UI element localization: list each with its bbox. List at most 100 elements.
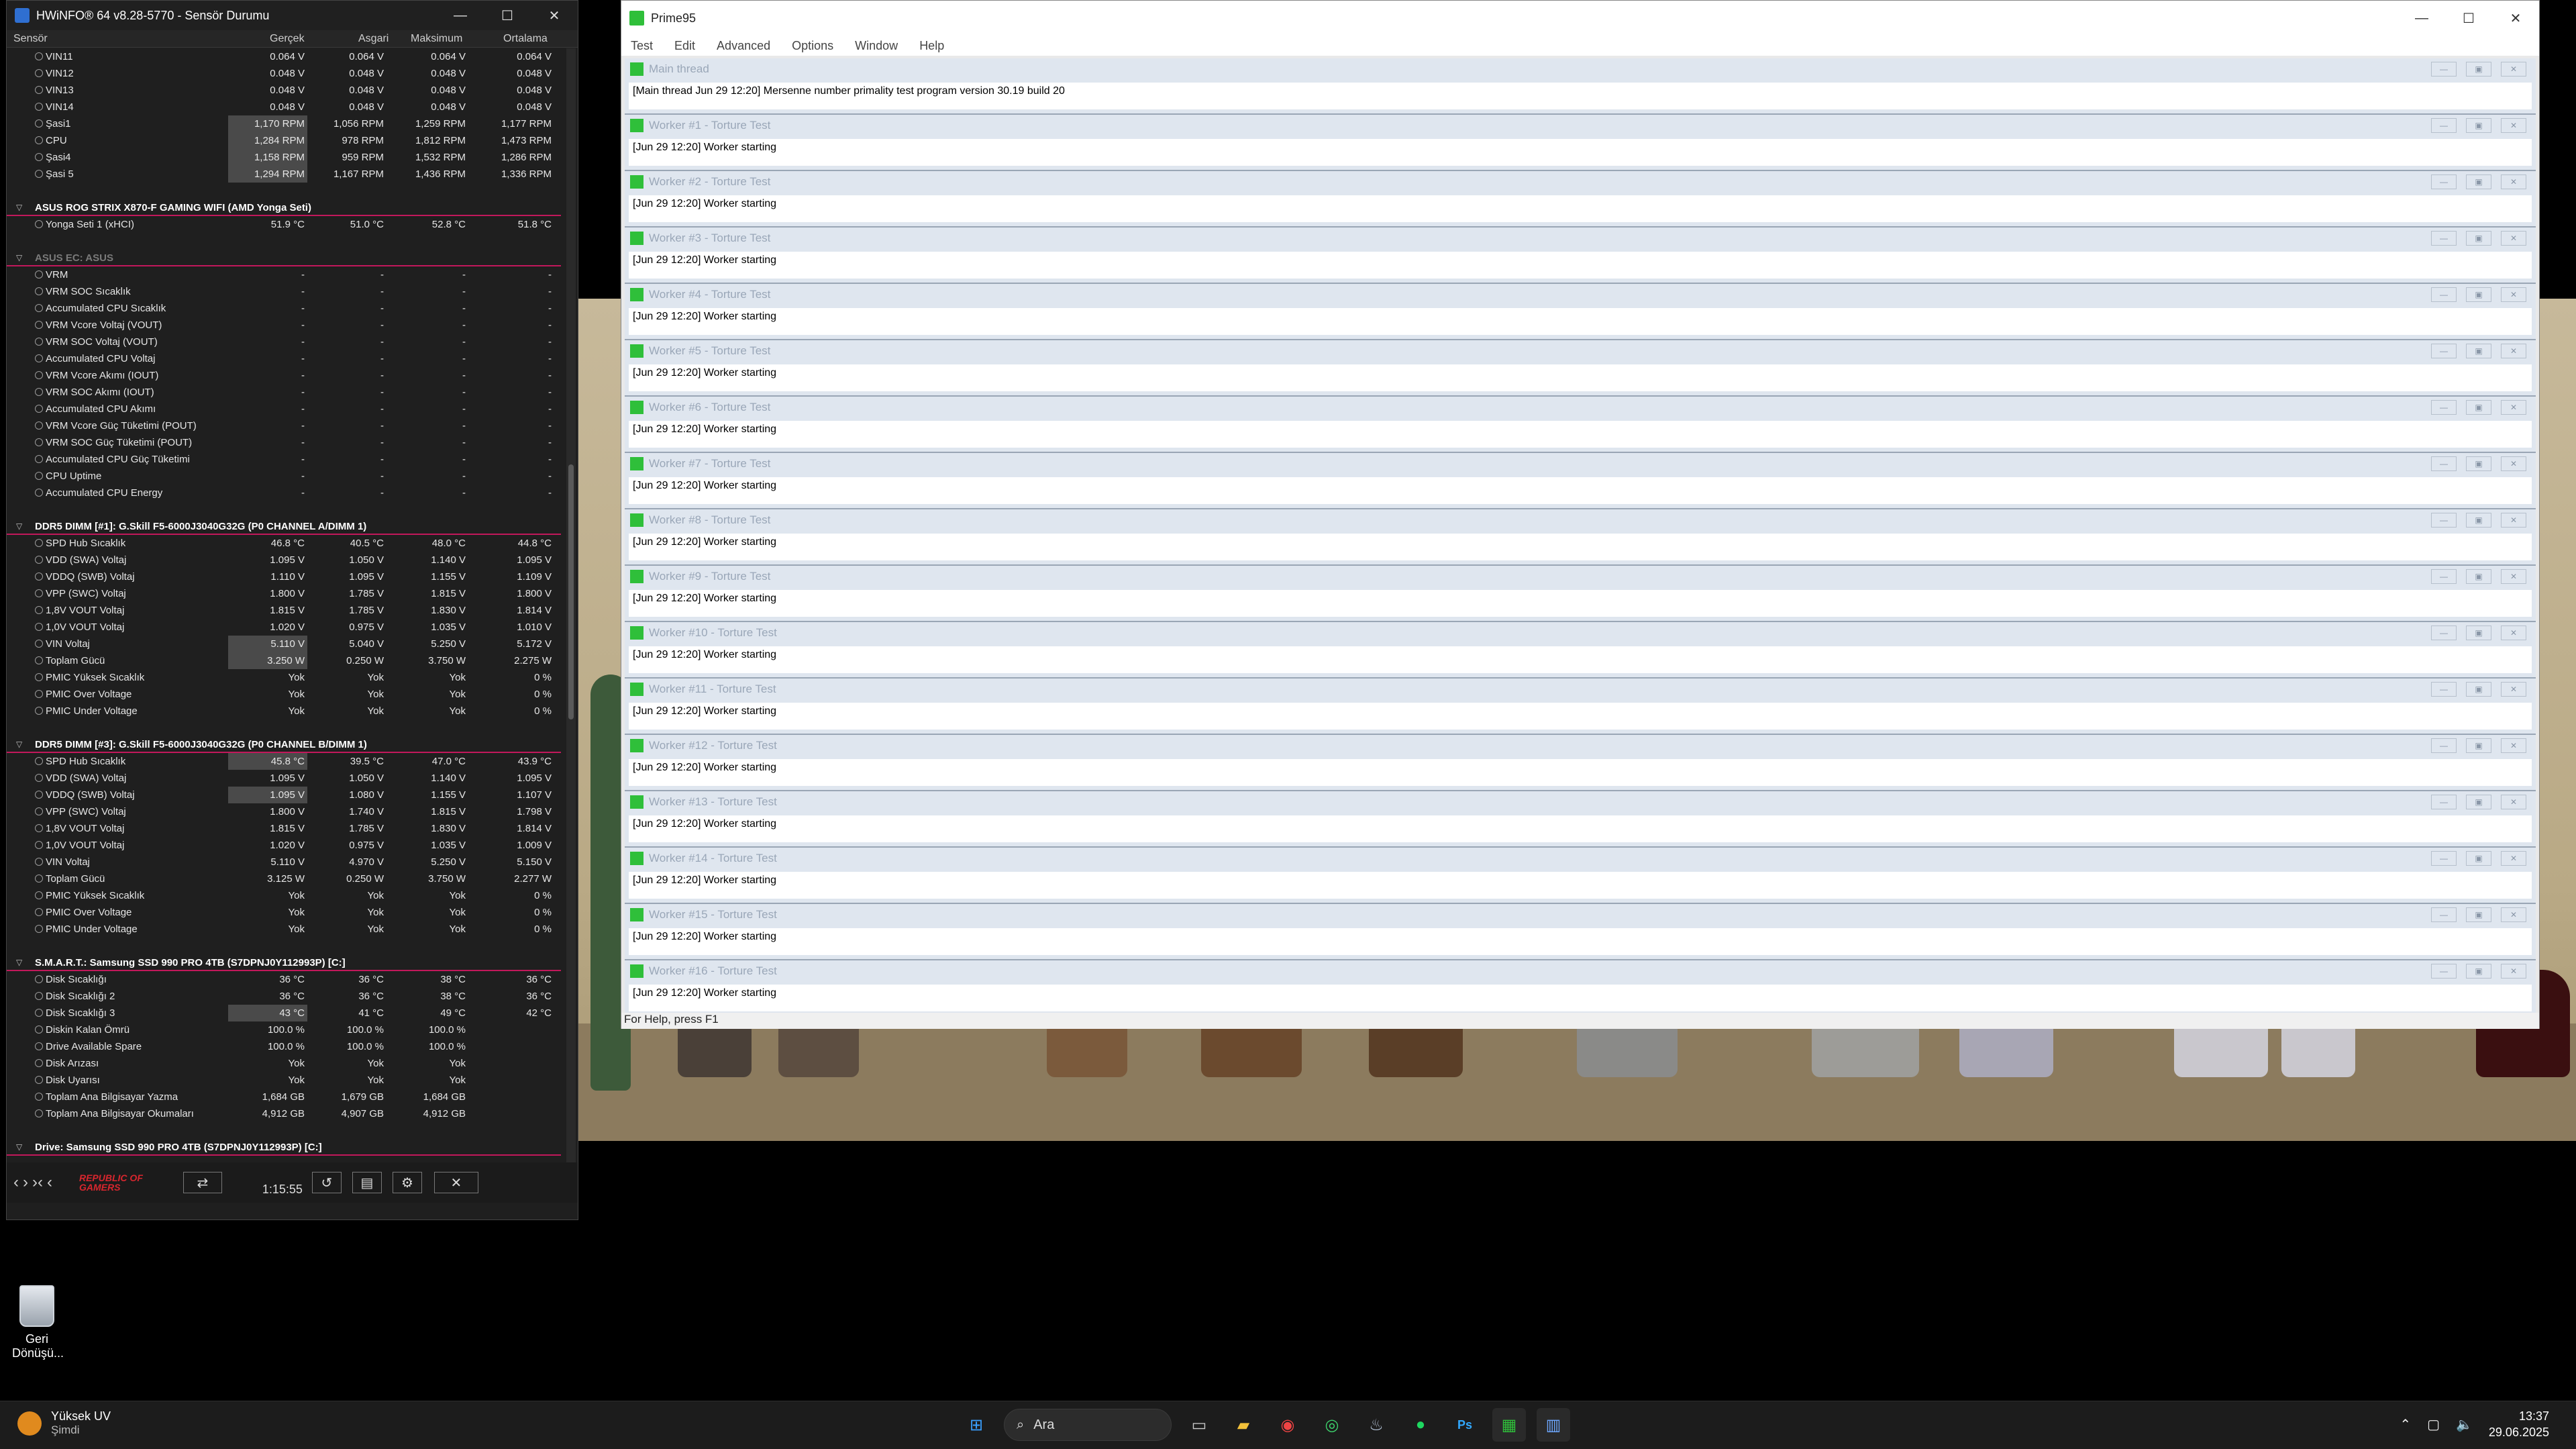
child-minimize-button[interactable]: — (2431, 174, 2457, 189)
child-log-text[interactable]: [Jun 29 12:20] Worker starting (629, 872, 2532, 899)
child-close-button[interactable]: ✕ (2501, 907, 2526, 922)
column-avg[interactable]: Ortalama (503, 33, 548, 45)
sensor-row[interactable]: Diskin Kalan Ömrü 100.0 % 100.0 % 100.0 % (7, 1021, 561, 1038)
sensor-row[interactable]: PMIC Yüksek Sıcaklık Yok Yok Yok 0 % (7, 887, 561, 904)
sensor-row[interactable]: VDDQ (SWB) Voltaj 1.110 V 1.095 V 1.155 V 1.… (7, 568, 561, 585)
sensor-row[interactable]: PMIC Over Voltage Yok Yok Yok 0 % (7, 686, 561, 703)
photoshop-icon[interactable]: Ps (1448, 1408, 1482, 1442)
child-log-text[interactable]: [Jun 29 12:20] Worker starting (629, 139, 2532, 166)
menu-window[interactable]: Window (855, 39, 898, 53)
sensor-row[interactable]: VDD (SWA) Voltaj 1.095 V 1.050 V 1.140 V 1.0… (7, 552, 561, 568)
child-titlebar[interactable]: Worker #6 - Torture Test — ▣ ✕ (625, 397, 2536, 418)
child-minimize-button[interactable]: — (2431, 513, 2457, 528)
worker-window[interactable]: Worker #6 - Torture Test — ▣ ✕ [Jun 29 12:20… (625, 397, 2536, 453)
child-restore-button[interactable]: ▣ (2466, 795, 2491, 809)
sensor-row[interactable]: SPD Hub Sıcaklık 46.8 °C 40.5 °C 48.0 °C 44.… (7, 535, 561, 552)
chevron-down-icon[interactable]: ▽ (16, 250, 22, 266)
sensor-row[interactable]: Disk Sıcaklığı 36 °C 36 °C 38 °C 36 °C (7, 971, 561, 988)
child-close-button[interactable]: ✕ (2501, 231, 2526, 246)
child-minimize-button[interactable]: — (2431, 287, 2457, 302)
sensor-group-header[interactable]: ▽ DDR5 DIMM [#1]: G.Skill F5-6000J3040G32… (7, 518, 561, 535)
sensor-group-header[interactable]: ▽ ASUS EC: ASUS (7, 250, 561, 266)
weather-widget[interactable]: Yüksek UV Şimdi (17, 1409, 111, 1437)
worker-window[interactable]: Worker #14 - Torture Test — ▣ ✕ [Jun 29 12:2… (625, 848, 2536, 904)
chevron-down-icon[interactable]: ▽ (16, 199, 22, 216)
child-minimize-button[interactable]: — (2431, 62, 2457, 77)
prime95-taskbar-icon[interactable]: ▦ (1492, 1408, 1526, 1442)
sensor-row[interactable]: VRM Vcore Güç Tüketimi (POUT) - - - - (7, 417, 561, 434)
child-titlebar[interactable]: Worker #12 - Torture Test — ▣ ✕ (625, 735, 2536, 756)
worker-window[interactable]: Worker #2 - Torture Test — ▣ ✕ [Jun 29 12:20… (625, 171, 2536, 228)
sensor-group-header[interactable]: ▽ Drive: Samsung SSD 990 PRO 4TB (S7DPNJ0… (7, 1139, 561, 1156)
child-restore-button[interactable]: ▣ (2466, 513, 2491, 528)
child-close-button[interactable]: ✕ (2501, 287, 2526, 302)
column-max[interactable]: Maksimum (411, 33, 462, 45)
minimize-button[interactable]: — (2398, 3, 2445, 33)
column-current[interactable]: Gerçek (270, 33, 305, 45)
child-titlebar[interactable]: Worker #8 - Torture Test — ▣ ✕ (625, 509, 2536, 531)
column-sensor[interactable]: Sensör (13, 33, 48, 45)
sensor-row[interactable]: Disk Sıcaklığı 2 36 °C 36 °C 38 °C 36 °C (7, 988, 561, 1005)
child-log-text[interactable]: [Main thread Jun 29 12:20] Mersenne numb… (629, 83, 2532, 109)
hwinfo-taskbar-icon[interactable]: ▥ (1537, 1408, 1570, 1442)
child-restore-button[interactable]: ▣ (2466, 287, 2491, 302)
child-log-text[interactable]: [Jun 29 12:20] Worker starting (629, 308, 2532, 335)
child-restore-button[interactable]: ▣ (2466, 626, 2491, 640)
sensor-row[interactable]: Toplam Ana Bilgisayar Okumaları 4,912 GB 4… (7, 1105, 561, 1122)
sensor-row[interactable]: Accumulated CPU Akımı - - - - (7, 401, 561, 417)
child-titlebar[interactable]: Worker #9 - Torture Test — ▣ ✕ (625, 566, 2536, 587)
chevron-down-icon[interactable]: ▽ (16, 1139, 22, 1156)
sensor-row[interactable]: VIN Voltaj 5.110 V 4.970 V 5.250 V 5.150 V (7, 854, 561, 870)
start-button[interactable]: ⊞ (960, 1408, 993, 1442)
worker-window[interactable]: Worker #9 - Torture Test — ▣ ✕ [Jun 29 12:20… (625, 566, 2536, 622)
child-close-button[interactable]: ✕ (2501, 174, 2526, 189)
child-minimize-button[interactable]: — (2431, 738, 2457, 753)
child-close-button[interactable]: ✕ (2501, 456, 2526, 471)
sensor-row[interactable]: VIN Voltaj 5.110 V 5.040 V 5.250 V 5.172 V (7, 636, 561, 652)
worker-window[interactable]: Worker #1 - Torture Test — ▣ ✕ [Jun 29 12:20… (625, 115, 2536, 171)
child-close-button[interactable]: ✕ (2501, 569, 2526, 584)
child-minimize-button[interactable]: — (2431, 851, 2457, 866)
chevron-up-icon[interactable]: ⌃ (2400, 1416, 2411, 1433)
child-minimize-button[interactable]: — (2431, 231, 2457, 246)
sensor-list[interactable]: VIN11 0.064 V 0.064 V 0.064 V 0.064 V VIN12 0.… (7, 48, 561, 1162)
sensor-row[interactable]: VIN14 0.048 V 0.048 V 0.048 V 0.048 V (7, 99, 561, 115)
chrome-icon[interactable]: ◉ (1271, 1408, 1304, 1442)
sensor-row[interactable]: VIN13 0.048 V 0.048 V 0.048 V 0.048 V (7, 82, 561, 99)
sensor-row[interactable]: VDDQ (SWB) Voltaj 1.095 V 1.080 V 1.155 V 1.… (7, 787, 561, 803)
sensor-row[interactable]: VPP (SWC) Voltaj 1.800 V 1.785 V 1.815 V 1.8… (7, 585, 561, 602)
child-minimize-button[interactable]: — (2431, 682, 2457, 697)
worker-window[interactable]: Worker #11 - Torture Test — ▣ ✕ [Jun 29 12:2… (625, 679, 2536, 735)
child-close-button[interactable]: ✕ (2501, 344, 2526, 358)
child-titlebar[interactable]: Worker #4 - Torture Test — ▣ ✕ (625, 284, 2536, 305)
child-close-button[interactable]: ✕ (2501, 851, 2526, 866)
sensor-group-header[interactable]: ▽ ASUS ROG STRIX X870-F GAMING WIFI (AMD … (7, 199, 561, 216)
sensor-row[interactable]: VDD (SWA) Voltaj 1.095 V 1.050 V 1.140 V 1.0… (7, 770, 561, 787)
sensor-row[interactable]: VRM SOC Sıcaklık - - - - (7, 283, 561, 300)
child-log-text[interactable]: [Jun 29 12:20] Worker starting (629, 703, 2532, 730)
sensor-row[interactable]: VRM SOC Güç Tüketimi (POUT) - - - - (7, 434, 561, 451)
nav-right-icon[interactable]: › (23, 1173, 28, 1192)
chevron-down-icon[interactable]: ▽ (16, 736, 22, 753)
chevron-down-icon[interactable]: ▽ (16, 518, 22, 535)
child-titlebar[interactable]: Worker #13 - Torture Test — ▣ ✕ (625, 791, 2536, 813)
sensor-row[interactable]: 1,8V VOUT Voltaj 1.815 V 1.785 V 1.830 V 1.8… (7, 602, 561, 619)
child-titlebar[interactable]: Worker #11 - Torture Test — ▣ ✕ (625, 679, 2536, 700)
whatsapp-icon[interactable]: ◎ (1315, 1408, 1349, 1442)
sensor-row[interactable]: Accumulated CPU Energy - - - - (7, 485, 561, 501)
child-log-text[interactable]: [Jun 29 12:20] Worker starting (629, 195, 2532, 222)
worker-window[interactable]: Worker #8 - Torture Test — ▣ ✕ [Jun 29 12:20… (625, 509, 2536, 566)
clock[interactable]: 13:37 29.06.2025 (2489, 1408, 2549, 1440)
child-log-text[interactable]: [Jun 29 12:20] Worker starting (629, 928, 2532, 955)
child-minimize-button[interactable]: — (2431, 964, 2457, 979)
sensor-scrollbar[interactable] (566, 48, 576, 1162)
sensor-row[interactable]: Toplam Ana Bilgisayar Yazma 1,684 GB 1,679… (7, 1089, 561, 1105)
child-restore-button[interactable]: ▣ (2466, 231, 2491, 246)
sensor-row[interactable]: Drive Available Spare 100.0 % 100.0 % 100.0… (7, 1038, 561, 1055)
sensor-row[interactable]: Şasi4 1,158 RPM 959 RPM 1,532 RPM 1,286 RPM (7, 149, 561, 166)
worker-window[interactable]: Worker #7 - Torture Test — ▣ ✕ [Jun 29 12:20… (625, 453, 2536, 509)
sensor-row[interactable]: VIN12 0.048 V 0.048 V 0.048 V 0.048 V (7, 65, 561, 82)
sensor-row[interactable]: VRM SOC Voltaj (VOUT) - - - - (7, 334, 561, 350)
child-close-button[interactable]: ✕ (2501, 62, 2526, 77)
child-titlebar[interactable]: Worker #15 - Torture Test — ▣ ✕ (625, 904, 2536, 926)
